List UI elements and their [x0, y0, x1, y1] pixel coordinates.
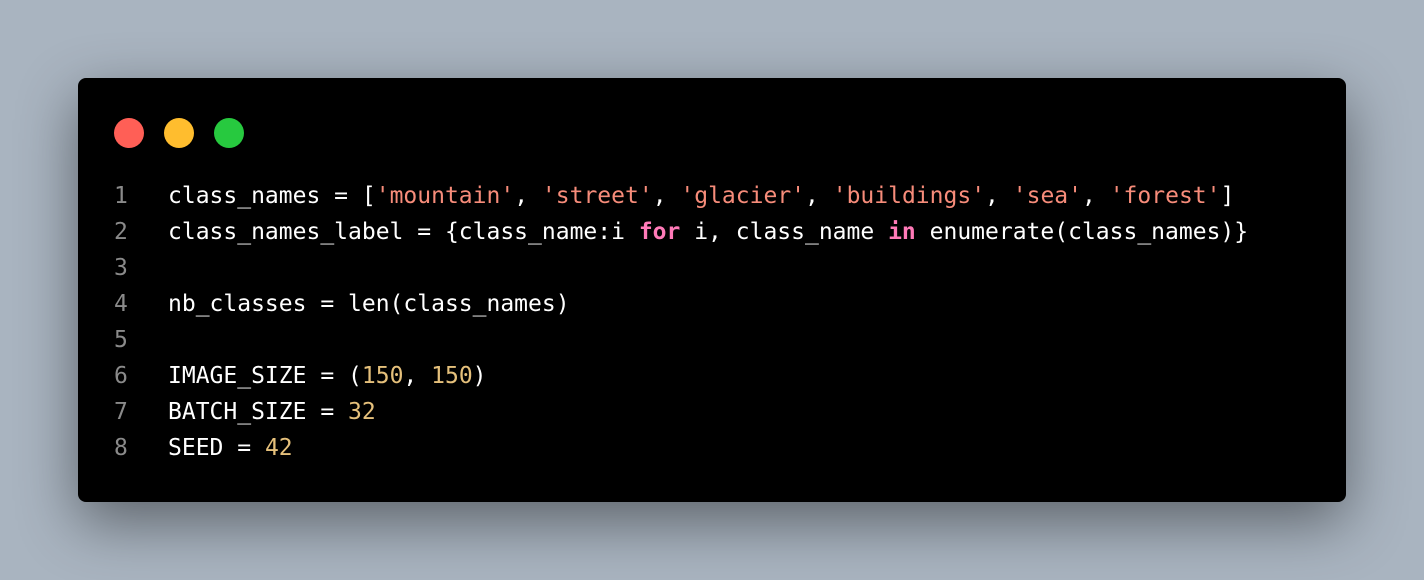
code-line: 2 class_names_label = {class_name:i for i… [114, 214, 1248, 250]
code-text: ) [472, 363, 487, 389]
number-literal: 150 [431, 363, 473, 389]
code-text: , [1082, 183, 1110, 209]
code-text: , [652, 183, 681, 209]
string-literal: 'mountain' [375, 183, 515, 209]
code-text: IMAGE_SIZE = ( [168, 363, 362, 389]
window-controls [114, 118, 244, 148]
code-text: , [403, 363, 432, 389]
code-line: 4 nb_classes = len(class_names) [114, 286, 1248, 322]
code-text: class_names_label = {class_name:i [168, 219, 639, 245]
close-button[interactable] [114, 118, 144, 148]
line-content: class_names_label = {class_name:i for i,… [168, 214, 1248, 250]
code-text: i, class_name [680, 219, 889, 245]
zoom-button[interactable] [214, 118, 244, 148]
line-number: 2 [114, 219, 128, 245]
line-number: 5 [114, 327, 128, 353]
code-text: , [805, 183, 833, 209]
code-text: , [985, 183, 1013, 209]
minimize-button[interactable] [164, 118, 194, 148]
code-line: 6 IMAGE_SIZE = (150, 150) [114, 358, 1248, 394]
line-number: 6 [114, 363, 128, 389]
code-text: SEED = [168, 435, 265, 461]
number-literal: 32 [348, 399, 376, 425]
code-line: 7 BATCH_SIZE = 32 [114, 394, 1248, 430]
line-number: 4 [114, 291, 128, 317]
code-line: 3 [114, 250, 1248, 286]
line-number: 7 [114, 399, 128, 425]
line-content: SEED = 42 [168, 430, 293, 466]
code-line: 8 SEED = 42 [114, 430, 1248, 466]
line-content: IMAGE_SIZE = (150, 150) [168, 358, 487, 394]
string-literal: 'forest' [1109, 183, 1221, 209]
code-block: 1 class_names = ['mountain', 'street', 'g… [114, 178, 1248, 466]
line-content: class_names = ['mountain', 'street', 'gl… [168, 178, 1234, 214]
string-literal: 'sea' [1012, 183, 1082, 209]
code-text: BATCH_SIZE = [168, 399, 349, 425]
line-content: nb_classes = len(class_names) [168, 286, 570, 322]
number-literal: 150 [361, 363, 404, 389]
string-literal: 'glacier' [680, 183, 806, 209]
code-text: nb_classes = len(class_names) [168, 291, 570, 317]
code-text: ] [1220, 183, 1235, 209]
line-number: 8 [114, 435, 128, 461]
keyword: for [638, 219, 681, 245]
keyword: in [888, 219, 916, 245]
code-text: , [514, 183, 542, 209]
line-number: 1 [114, 183, 128, 209]
string-literal: 'buildings' [832, 183, 986, 209]
string-literal: 'street' [541, 183, 653, 209]
code-text: class_names = [ [168, 183, 376, 209]
line-number: 3 [114, 255, 128, 281]
code-text: enumerate(class_names)} [915, 219, 1249, 245]
number-literal: 42 [264, 435, 293, 461]
code-line: 1 class_names = ['mountain', 'street', 'g… [114, 178, 1248, 214]
code-window: 1 class_names = ['mountain', 'street', 'g… [78, 78, 1346, 502]
code-line: 5 [114, 322, 1248, 358]
line-content: BATCH_SIZE = 32 [168, 394, 376, 430]
